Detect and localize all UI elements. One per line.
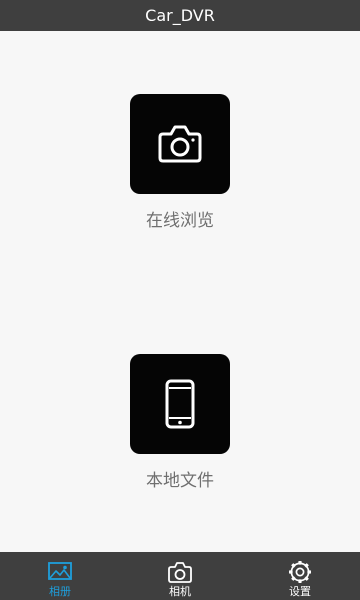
tab-camera[interactable]: 相机 xyxy=(120,552,240,600)
camera-icon xyxy=(168,562,192,583)
title-bar: Car_DVR xyxy=(0,0,360,31)
tab-album-label: 相册 xyxy=(49,585,71,598)
local-files-button[interactable] xyxy=(130,354,230,454)
smartphone-icon xyxy=(165,379,195,429)
tab-camera-label: 相机 xyxy=(169,585,191,598)
tab-settings[interactable]: 设置 xyxy=(240,552,360,600)
bottom-tab-bar: 相册 相机 设置 xyxy=(0,552,360,600)
tab-settings-label: 设置 xyxy=(289,585,311,598)
local-files-label: 本地文件 xyxy=(146,471,214,491)
camera-icon xyxy=(158,125,202,163)
tab-album[interactable]: 相册 xyxy=(0,552,120,600)
gallery-icon xyxy=(48,562,72,580)
gear-icon xyxy=(289,561,311,583)
online-browse-label: 在线浏览 xyxy=(146,211,214,231)
online-browse-button[interactable] xyxy=(130,94,230,194)
app-title: Car_DVR xyxy=(145,6,215,25)
